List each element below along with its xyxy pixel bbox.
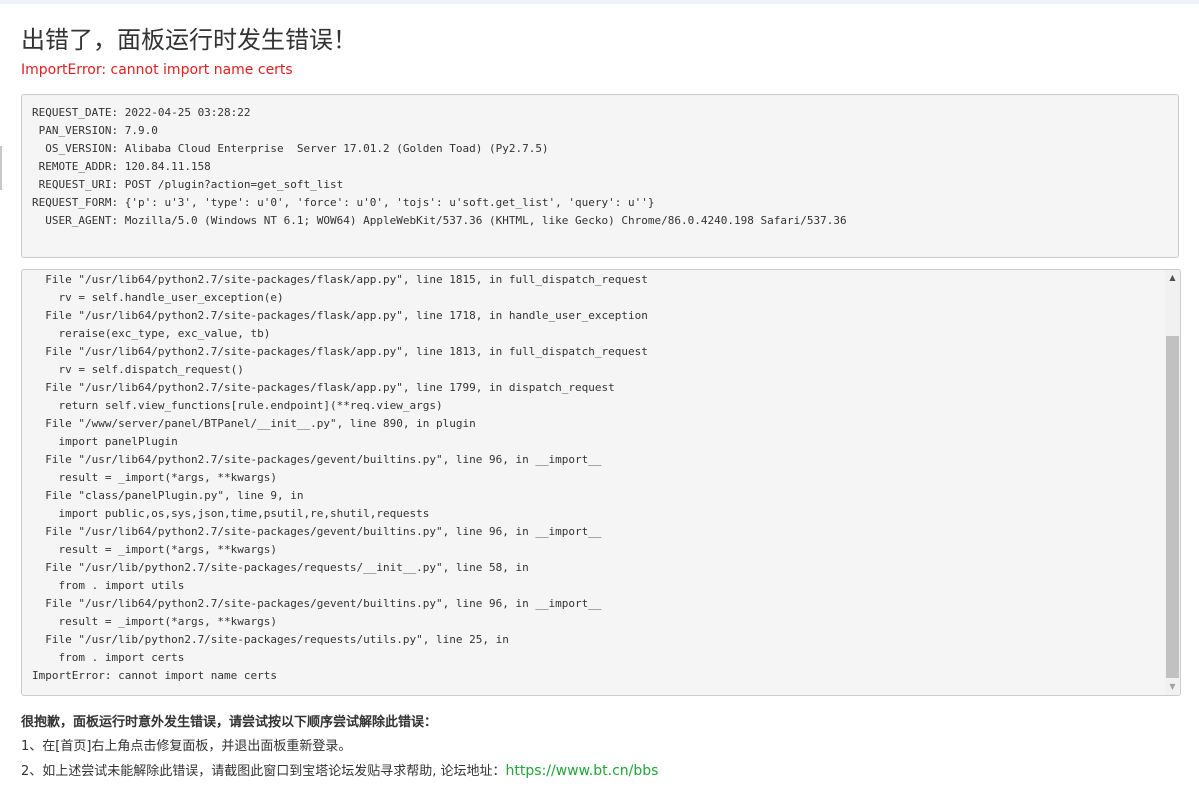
triangle-down-icon[interactable]: ▼ bbox=[1165, 679, 1180, 695]
request-info-line: REQUEST_FORM: {'p': u'3', 'type': u'0', … bbox=[32, 196, 655, 209]
top-bar bbox=[0, 0, 1199, 4]
traceback-line: ImportError: cannot import name certs bbox=[32, 669, 278, 682]
traceback-box[interactable]: File "/usr/lib64/python2.7/site-packages… bbox=[21, 269, 1181, 696]
request-info-line: OS_VERSION: Alibaba Cloud Enterprise Ser… bbox=[32, 142, 549, 155]
request-info-line: USER_AGENT: Mozilla/5.0 (Windows NT 6.1;… bbox=[32, 214, 847, 227]
traceback-line: import public,os,sys,json,time,psutil,re… bbox=[32, 507, 430, 520]
traceback-line: result = _import(*args, **kwargs) bbox=[32, 543, 278, 556]
traceback-line: File "/usr/lib64/python2.7/site-packages… bbox=[32, 453, 602, 466]
traceback-line: rv = self.dispatch_request() bbox=[32, 363, 244, 376]
request-info-line: PAN_VERSION: 7.9.0 bbox=[32, 124, 158, 137]
traceback-content: File "/usr/lib64/python2.7/site-packages… bbox=[32, 271, 1162, 685]
traceback-line: File "/www/server/panel/BTPanel/__init__… bbox=[32, 417, 476, 430]
traceback-line: File "class/panelPlugin.py", line 9, in bbox=[32, 489, 304, 502]
traceback-line: return self.view_functions[rule.endpoint… bbox=[32, 399, 443, 412]
request-info-text: REQUEST_DATE: 2022-04-25 03:28:22 PAN_VE… bbox=[32, 104, 1168, 230]
request-info-line: REQUEST_URI: POST /plugin?action=get_sof… bbox=[32, 178, 344, 191]
request-info-line: REMOTE_ADDR: 120.84.11.158 bbox=[32, 160, 211, 173]
forum-link[interactable]: https://www.bt.cn/bbs bbox=[506, 763, 659, 779]
traceback-line: from . import utils bbox=[32, 579, 185, 592]
request-info-line: REQUEST_DATE: 2022-04-25 03:28:22 bbox=[32, 106, 251, 119]
traceback-line: File "/usr/lib/python2.7/site-packages/r… bbox=[32, 561, 529, 574]
traceback-line: File "/usr/lib64/python2.7/site-packages… bbox=[32, 381, 615, 394]
traceback-text: File "/usr/lib64/python2.7/site-packages… bbox=[32, 271, 1162, 685]
traceback-line: reraise(exc_type, exc_value, tb) bbox=[32, 327, 271, 340]
help-heading: 很抱歉，面板运行时意外发生错误，请尝试按以下顺序尝试解除此错误： bbox=[21, 715, 438, 730]
traceback-line: File "/usr/lib64/python2.7/site-packages… bbox=[32, 597, 602, 610]
triangle-up-icon[interactable]: ▲ bbox=[1165, 270, 1180, 286]
help-section: 很抱歉，面板运行时意外发生错误，请尝试按以下顺序尝试解除此错误： 1、在[首页]… bbox=[21, 714, 658, 780]
help-step-2-text: 2、如上述尝试未能解除此错误，请截图此窗口到宝塔论坛发贴寻求帮助, 论坛地址： bbox=[21, 764, 506, 779]
traceback-line: rv = self.handle_user_exception(e) bbox=[32, 291, 284, 304]
traceback-line: import panelPlugin bbox=[32, 435, 178, 448]
traceback-line: result = _import(*args, **kwargs) bbox=[32, 471, 278, 484]
page-title: 出错了，面板运行时发生错误！ bbox=[21, 26, 357, 54]
error-message: ImportError: cannot import name certs bbox=[21, 62, 293, 78]
traceback-line: File "/usr/lib64/python2.7/site-packages… bbox=[32, 525, 602, 538]
traceback-scrollbar[interactable]: ▲ ▼ bbox=[1165, 270, 1180, 695]
left-edge-marker bbox=[0, 146, 2, 190]
traceback-line: from . import certs bbox=[32, 651, 185, 664]
traceback-line: result = _import(*args, **kwargs) bbox=[32, 615, 278, 628]
help-step-2: 2、如上述尝试未能解除此错误，请截图此窗口到宝塔论坛发贴寻求帮助, 论坛地址：h… bbox=[21, 762, 658, 780]
scrollbar-thumb[interactable] bbox=[1166, 336, 1179, 678]
traceback-line: File "/usr/lib/python2.7/site-packages/r… bbox=[32, 633, 509, 646]
request-info-box: REQUEST_DATE: 2022-04-25 03:28:22 PAN_VE… bbox=[21, 94, 1179, 258]
traceback-line: File "/usr/lib64/python2.7/site-packages… bbox=[32, 273, 648, 286]
help-step-1: 1、在[首页]右上角点击修复面板，并退出面板重新登录。 bbox=[21, 739, 352, 754]
traceback-line: File "/usr/lib64/python2.7/site-packages… bbox=[32, 309, 648, 322]
traceback-line: File "/usr/lib64/python2.7/site-packages… bbox=[32, 345, 648, 358]
